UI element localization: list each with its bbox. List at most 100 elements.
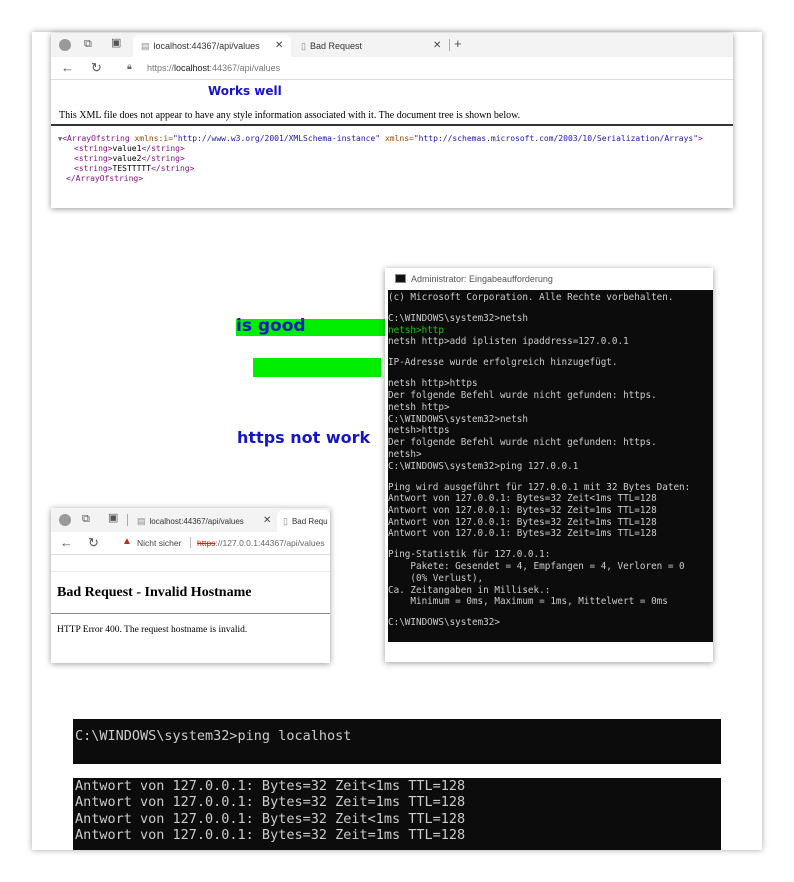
close-icon[interactable]: ✕	[275, 40, 283, 51]
address-bar-row: ← ↻ ▲ Nicht sicher https://127.0.0.1:443…	[51, 532, 330, 555]
console-line: Antwort von 127.0.0.1: Bytes=32 Zeit=1ms…	[75, 794, 466, 811]
url-text: https://localhost:44367/api/values	[147, 63, 280, 73]
back-arrow-icon[interactable]: ←	[60, 536, 73, 549]
xml-root-open: ▼<ArrayOfstring xmlns:i="http://www.w3.o…	[58, 134, 703, 143]
tab-bar: ⧉ ▣ ▤ localhost:44367/api/values ✕ ▯ Bad…	[51, 33, 733, 57]
console-line: C:\WINDOWS\system32>netsh	[388, 413, 528, 425]
xml-string-node: <string>value2</string>	[74, 154, 185, 163]
cmd-output: (c) Microsoft Corporation. Alle Rechte v…	[388, 292, 713, 629]
console-line: (0% Verlust),	[388, 572, 484, 584]
console-line: Antwort von 127.0.0.1: Bytes=32 Zeit=1ms…	[388, 528, 657, 540]
tab-title: localhost:44367/api/values	[149, 516, 244, 526]
back-arrow-icon[interactable]: ←	[61, 61, 74, 74]
console-line: Ca. Zeitangaben in Millisek.:	[388, 584, 551, 596]
console-line: Antwort von 127.0.0.1: Bytes=32 Zeit=1ms…	[75, 827, 466, 844]
tab-separator	[127, 514, 128, 526]
tab-bad-request[interactable]: ▯ Bad Requ	[277, 510, 330, 532]
url-field[interactable]: 🔒︎ https://localhost:44367/api/values	[117, 59, 717, 76]
tab-separator	[449, 39, 450, 51]
close-icon[interactable]: ✕	[263, 515, 271, 526]
reload-icon[interactable]: ↻	[88, 536, 99, 549]
profile-icon[interactable]	[59, 39, 71, 51]
annotation-works-well: Works well	[208, 84, 282, 98]
url-scheme: https://	[147, 63, 175, 73]
console-line: netsh http>add iplisten ipaddress=127.0.…	[388, 336, 629, 348]
workspaces-icon[interactable]: ⧉	[84, 39, 92, 50]
tab-bad-request[interactable]: ▯ Bad Request ✕	[293, 35, 445, 57]
address-bar-row: ← ↻ 🔒︎ https://localhost:44367/api/value…	[51, 57, 733, 80]
cmd-icon	[395, 274, 406, 283]
tab-actions-icon[interactable]: ▣	[108, 513, 118, 524]
error-heading: Bad Request - Invalid Hostname	[57, 585, 252, 600]
xml-divider	[51, 124, 733, 126]
console-line: Ping wird ausgeführt für 127.0.0.1 mit 3…	[388, 481, 691, 493]
url-path: :44367/api/values	[209, 63, 281, 73]
page-icon: ▤	[137, 515, 146, 526]
tab-title: Bad Request	[309, 41, 362, 51]
page-icon: ▯	[301, 40, 306, 51]
console-line: IP-Adresse wurde erfolgreich hinzugefügt…	[388, 357, 618, 369]
console-line: Antwort von 127.0.0.1: Bytes=32 Zeit=1ms…	[388, 504, 657, 516]
command-prompt-window: Administrator: Eingabeaufforderung (c) M…	[385, 268, 713, 662]
cmd-output: Antwort von 127.0.0.1: Bytes=32 Zeit<1ms…	[75, 778, 465, 844]
security-label[interactable]: Nicht sicher	[137, 538, 181, 548]
cmd-titlebar: Administrator: Eingabeaufforderung	[385, 268, 713, 290]
cmd-bottom-strip	[385, 642, 713, 662]
console-line: C:\WINDOWS\system32>ping 127.0.0.1	[388, 460, 579, 472]
error-divider	[51, 613, 330, 614]
annotation-https-not-work: https not work	[237, 428, 371, 447]
console-line: Antwort von 127.0.0.1: Bytes=32 Zeit<1ms…	[388, 493, 657, 505]
tab-api-values[interactable]: ▤ localhost:44367/api/values ✕	[131, 510, 277, 532]
console-line: netsh>https	[388, 425, 450, 437]
warning-icon: ▲	[122, 536, 132, 547]
cmd-title: Administrator: Eingabeaufforderung	[411, 274, 553, 284]
console-line: netsh http>	[388, 401, 450, 413]
console-line: netsh>	[388, 448, 422, 460]
tab-api-values[interactable]: ▤ localhost:44367/api/values ✕	[133, 35, 291, 57]
xml-string-node: <string>TESTTTTT</string>	[74, 164, 195, 173]
url-field[interactable]: ▲ Nicht sicher https://127.0.0.1:44367/a…	[117, 534, 329, 551]
console-line: (c) Microsoft Corporation. Alle Rechte v…	[388, 292, 674, 303]
console-line: Minimum = 0ms, Maximum = 1ms, Mittelwert…	[388, 596, 668, 608]
browser-window-bad-request: ⧉ ▣ ▤ localhost:44367/api/values ✕ ▯ Bad…	[51, 508, 330, 663]
close-icon[interactable]: ✕	[433, 40, 441, 51]
console-line: Ping-Statistik für 127.0.0.1:	[388, 549, 551, 561]
new-tab-icon[interactable]: +	[454, 37, 462, 50]
green-highlight-bar	[253, 358, 381, 377]
xml-root-close: </ArrayOfstring>	[66, 174, 144, 183]
console-line: Antwort von 127.0.0.1: Bytes=32 Zeit<1ms…	[75, 778, 466, 794]
browser-window-values: ⧉ ▣ ▤ localhost:44367/api/values ✕ ▯ Bad…	[51, 33, 733, 208]
tab-bar: ⧉ ▣ ▤ localhost:44367/api/values ✕ ▯ Bad…	[51, 508, 330, 532]
error-message: HTTP Error 400. The request hostname is …	[57, 625, 248, 635]
tab-title: Bad Requ	[291, 516, 328, 526]
page-icon: ▤	[141, 40, 150, 51]
cmd-prompt-line: C:\WINDOWS\system32>ping localhost	[75, 728, 352, 744]
console-line: netsh http>https	[388, 378, 478, 390]
url-path: ://127.0.0.1:44367/api/values	[215, 538, 325, 548]
reload-icon[interactable]: ↻	[91, 61, 102, 74]
cmd-white-strip	[73, 764, 721, 778]
annotation-is-good: is good	[236, 316, 306, 336]
console-line: Pakete: Gesendet = 4, Empfangen = 4, Ver…	[388, 561, 685, 573]
workspaces-icon[interactable]: ⧉	[82, 514, 90, 525]
console-line: C:\WINDOWS\system32>netsh	[388, 313, 528, 325]
url-text: https://127.0.0.1:44367/api/values	[197, 538, 325, 548]
xml-string-node: <string>value1</string>	[74, 144, 185, 153]
lock-icon: 🔒︎	[127, 61, 132, 71]
profile-icon[interactable]	[59, 514, 71, 526]
xml-tree: ▼<ArrayOfstring xmlns:i="http://www.w3.o…	[58, 134, 703, 184]
cmd-console[interactable]: (c) Microsoft Corporation. Alle Rechte v…	[388, 290, 713, 644]
console-line: Antwort von 127.0.0.1: Bytes=32 Zeit<1ms…	[75, 810, 466, 827]
command-prompt-ping-localhost[interactable]: C:\WINDOWS\system32>ping localhost Antwo…	[73, 719, 721, 850]
tab-actions-icon[interactable]: ▣	[111, 38, 121, 49]
console-line: Der folgende Befehl wurde nicht gefunden…	[388, 390, 657, 402]
console-line: Antwort von 127.0.0.1: Bytes=32 Zeit=1ms…	[388, 516, 657, 528]
tab-title: localhost:44367/api/values	[153, 41, 260, 51]
console-line: C:\WINDOWS\system32>	[388, 617, 500, 629]
